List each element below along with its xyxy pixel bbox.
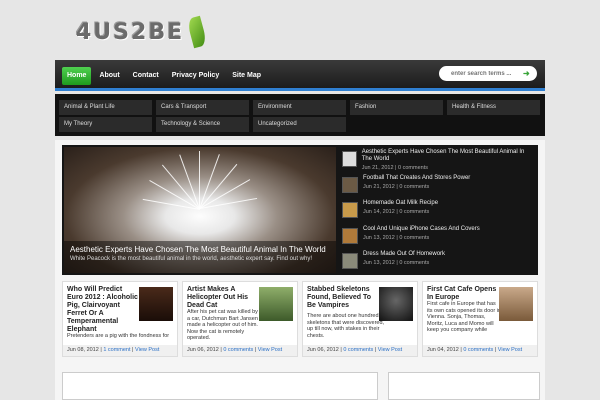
view-post-link[interactable]: View Post xyxy=(258,347,282,353)
feather xyxy=(179,154,200,210)
featured-slider: Aesthetic Experts Have Chosen The Most B… xyxy=(62,145,538,275)
item-meta: Jun 13, 2012 | 0 comments xyxy=(363,260,430,266)
comments-link[interactable]: 0 comments xyxy=(463,347,493,353)
post-card: Artist Makes A Helicopter Out His Dead C… xyxy=(182,281,298,357)
feather xyxy=(199,154,220,209)
card-title[interactable]: First Cat Cafe Opens In Europe xyxy=(427,286,499,302)
category-cars-transport[interactable]: Cars & Transport xyxy=(156,100,249,115)
card-thumbnail[interactable] xyxy=(379,287,413,321)
category-panel: Animal & Plant Life Cars & Transport Env… xyxy=(55,94,545,136)
card-meta: Jun 04, 2012 | 0 comments | View Post xyxy=(423,345,537,356)
post-card: Stabbed Skeletons Found, Believed To Be … xyxy=(302,281,418,357)
category-my-theory[interactable]: My Theory xyxy=(59,117,152,132)
comments-link[interactable]: 0 comments xyxy=(343,347,373,353)
thumbnail xyxy=(342,202,358,218)
featured-list: Aesthetic Experts Have Chosen The Most B… xyxy=(340,149,536,277)
nav-about[interactable]: About xyxy=(94,67,124,85)
nav-home[interactable]: Home xyxy=(62,67,92,85)
category-environment[interactable]: Environment xyxy=(253,100,346,115)
nav-contact[interactable]: Contact xyxy=(128,67,164,85)
nav-privacy-policy[interactable]: Privacy Policy xyxy=(167,67,224,85)
item-title: Dress Made Out Of Homework xyxy=(363,251,446,257)
card-meta: Jun 06, 2012 | 0 comments | View Post xyxy=(183,345,297,356)
item-meta: Jun 13, 2012 | 0 comments xyxy=(363,234,430,241)
main-navbar: Home About Contact Privacy Policy Site M… xyxy=(55,60,545,91)
view-post-link[interactable]: View Post xyxy=(135,347,159,353)
featured-list-item[interactable]: Aesthetic Experts Have Chosen The Most B… xyxy=(340,149,536,175)
category-uncategorized[interactable]: Uncategorized xyxy=(253,117,346,132)
item-meta: Jun 21, 2012 | 0 comments xyxy=(361,165,428,171)
featured-list-item[interactable]: Dress Made Out Of Homework Jun 13, 2012 … xyxy=(340,251,536,277)
card-excerpt: First cafe in Europe that has its own ca… xyxy=(427,301,501,333)
card-thumbnail[interactable] xyxy=(499,287,533,321)
category-fashion[interactable]: Fashion xyxy=(350,100,443,115)
category-animal-plant-life[interactable]: Animal & Plant Life xyxy=(59,100,152,115)
leaf-icon xyxy=(186,15,208,49)
featured-list-item[interactable]: Football That Creates And Stores Power J… xyxy=(340,175,536,201)
view-post-link[interactable]: View Post xyxy=(498,347,522,353)
nav-site-map[interactable]: Site Map xyxy=(227,67,266,85)
category-technology-science[interactable]: Technology & Science xyxy=(156,117,249,132)
thumbnail xyxy=(342,176,358,193)
sidebar-box xyxy=(388,372,540,400)
comments-link[interactable]: 0 comments xyxy=(223,347,253,353)
item-meta: Jun 21, 2012 | 0 comments xyxy=(363,183,430,190)
card-excerpt: After his pet cat was killed by a car, D… xyxy=(187,309,258,341)
item-title: Cool And Unique iPhone Cases And Covers xyxy=(363,225,480,232)
thumbnail xyxy=(342,151,357,167)
card-thumbnail[interactable] xyxy=(139,287,173,321)
item-meta: Jun 14, 2012 | 0 comments xyxy=(363,209,430,215)
card-title[interactable]: Stabbed Skeletons Found, Believed To Be … xyxy=(307,286,379,310)
logo-text: 4US2BE xyxy=(76,19,185,45)
post-card: Who Will Predict Euro 2012 : Alcoholic P… xyxy=(62,281,178,357)
comments-link[interactable]: 1 comment xyxy=(103,347,130,353)
search-arrow-icon[interactable]: ➜ xyxy=(523,69,533,78)
view-post-link[interactable]: View Post xyxy=(378,347,402,353)
featured-list-item[interactable]: Cool And Unique iPhone Cases And Covers … xyxy=(340,226,536,252)
thumbnail xyxy=(342,227,358,244)
item-title: Aesthetic Experts Have Chosen The Most B… xyxy=(361,149,525,162)
thumbnail xyxy=(342,253,358,269)
featured-image-peacock[interactable]: Aesthetic Experts Have Chosen The Most B… xyxy=(64,147,336,273)
item-title: Homemade Oat Milk Recipe xyxy=(363,200,439,206)
card-title[interactable]: Artist Makes A Helicopter Out His Dead C… xyxy=(187,286,259,310)
card-title[interactable]: Who Will Predict Euro 2012 : Alcoholic P… xyxy=(67,286,139,334)
card-meta: Jun 08, 2012 | 1 comment | View Post xyxy=(63,345,177,356)
site-logo[interactable]: 4US2BE xyxy=(76,14,208,50)
card-excerpt: Pretenders are a pig with the fondness f… xyxy=(67,333,170,339)
feather xyxy=(199,151,200,209)
search-input[interactable] xyxy=(451,70,521,77)
featured-title[interactable]: Aesthetic Experts Have Chosen The Most B… xyxy=(70,245,330,254)
featured-caption: Aesthetic Experts Have Chosen The Most B… xyxy=(64,241,336,273)
content-box xyxy=(62,372,378,400)
card-thumbnail[interactable] xyxy=(259,287,293,321)
post-card: First Cat Cafe Opens In Europe First caf… xyxy=(422,281,538,357)
card-excerpt: There are about one hundred skeletons th… xyxy=(307,313,385,339)
item-title: Football That Creates And Stores Power xyxy=(363,174,471,181)
category-health-fitness[interactable]: Health & Fitness xyxy=(447,100,540,115)
nav-menu: Home About Contact Privacy Policy Site M… xyxy=(62,67,266,85)
card-meta: Jun 06, 2012 | 0 comments | View Post xyxy=(303,345,417,356)
featured-list-item[interactable]: Homemade Oat Milk Recipe Jun 14, 2012 | … xyxy=(340,200,536,226)
search-box: ➜ xyxy=(439,66,537,81)
featured-excerpt: White Peacock is the most beautiful anim… xyxy=(70,256,313,262)
